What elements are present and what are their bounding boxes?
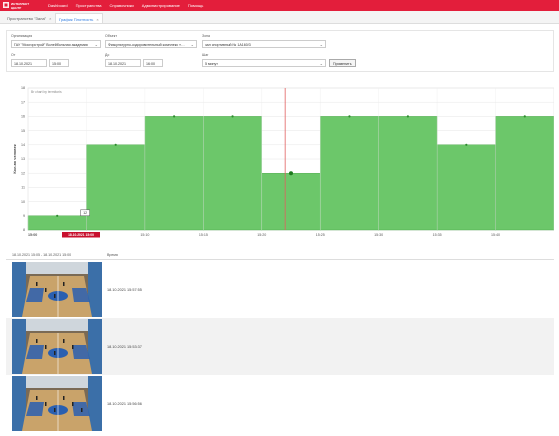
highlight-label: 18.10.2021 15:00 bbox=[68, 233, 94, 237]
zone-label: Зона bbox=[202, 34, 210, 38]
org-label: Организация bbox=[11, 34, 33, 38]
bar bbox=[261, 172, 321, 231]
bar bbox=[86, 144, 146, 231]
tooltip-value: 12 bbox=[83, 211, 87, 215]
range-label: 18.10.2021 15:05 - 18.10.2021 15:00 bbox=[12, 253, 72, 257]
chevron-down-icon: ⌄ bbox=[94, 42, 98, 47]
step-select[interactable]: 5 минут ⌄ bbox=[202, 59, 326, 67]
density-chart: 8910111213141516171815:0015:0515:1015:15… bbox=[6, 80, 554, 242]
y-tick-label: 12 bbox=[21, 171, 25, 175]
chevron-down-icon: ⌄ bbox=[319, 61, 323, 66]
tab-density-chart[interactable]: График Плотность × bbox=[55, 13, 103, 23]
y-tick-label: 8 bbox=[23, 228, 25, 232]
nav-directories[interactable]: Справочники bbox=[110, 3, 134, 8]
y-tick-label: 17 bbox=[21, 100, 25, 104]
data-point bbox=[173, 115, 176, 118]
from-date-input[interactable]: 18.10.2021 bbox=[11, 59, 47, 67]
zone-value: зал спортивный № 1А160/3 bbox=[205, 42, 251, 47]
top-navbar: ИНТЕЛЛЕКТ ЦЕНТР Dashboard Пространства С… bbox=[0, 0, 559, 11]
data-point bbox=[523, 115, 526, 118]
chevron-down-icon: ⌄ bbox=[319, 42, 323, 47]
brand-logo[interactable]: ИНТЕЛЛЕКТ ЦЕНТР bbox=[3, 1, 37, 10]
nav-help[interactable]: Помощь bbox=[188, 3, 203, 8]
from-label: От bbox=[11, 53, 16, 57]
close-icon[interactable]: × bbox=[49, 16, 51, 21]
snapshots-header: 18.10.2021 15:05 - 18.10.2021 15:00 Врем… bbox=[6, 251, 554, 260]
data-point bbox=[56, 214, 59, 217]
to-date-input[interactable]: 18.10.2021 bbox=[105, 59, 141, 67]
tab-bar: Пространство "Зала" × График Плотность × bbox=[0, 11, 559, 24]
org-value: ГАУ "Мосгорстрой" Волейбольная академия bbox=[14, 42, 88, 47]
to-label: До bbox=[105, 53, 110, 57]
x-tick-label: 15:20 bbox=[257, 233, 266, 237]
data-point bbox=[465, 143, 468, 146]
from-time-input[interactable]: 15:00 bbox=[49, 59, 69, 67]
x-tick-label: 15:40 bbox=[491, 233, 500, 237]
list-item[interactable]: 18.10.2021 15:57:55 bbox=[6, 261, 554, 318]
time-column-header: Время bbox=[107, 253, 118, 257]
zone-select[interactable]: зал спортивный № 1А160/3 ⌄ bbox=[202, 40, 326, 48]
y-tick-label: 13 bbox=[21, 157, 25, 161]
snapshot-time: 18.10.2021 15:57:55 bbox=[107, 288, 142, 292]
main-nav: Dashboard Пространства Справочники Админ… bbox=[48, 0, 203, 11]
chart-note: Br chart by terrnitoris bbox=[31, 90, 62, 94]
bar bbox=[144, 116, 204, 231]
tab-space-label: Пространство "Зала" bbox=[7, 16, 47, 21]
tab-space[interactable]: Пространство "Зала" × bbox=[4, 13, 54, 23]
x-tick-label: 15:30 bbox=[374, 233, 383, 237]
snapshot-time: 18.10.2021 15:56:56 bbox=[107, 402, 142, 406]
chevron-down-icon: ⌄ bbox=[190, 42, 194, 47]
object-label: Объект bbox=[105, 34, 117, 38]
nav-administration[interactable]: Администрирование bbox=[142, 3, 180, 8]
list-item[interactable]: 18.10.2021 15:56:56 bbox=[6, 375, 554, 432]
y-tick-label: 18 bbox=[21, 86, 25, 90]
data-point bbox=[406, 115, 409, 118]
highlight-point bbox=[289, 171, 293, 176]
nav-spaces[interactable]: Пространства bbox=[76, 3, 102, 8]
bar bbox=[495, 116, 554, 231]
data-point bbox=[114, 143, 117, 146]
list-item[interactable]: 18.10.2021 15:53:37 bbox=[6, 318, 554, 375]
camera-snapshot[interactable] bbox=[12, 376, 102, 431]
bar bbox=[203, 116, 262, 231]
tab-density-label: График Плотность bbox=[59, 17, 94, 22]
svg-text:ЦЕНТР: ЦЕНТР bbox=[11, 6, 21, 10]
y-tick-label: 10 bbox=[21, 200, 25, 204]
x-tick-label: 15:10 bbox=[140, 233, 149, 237]
step-value: 5 минут bbox=[205, 61, 218, 66]
step-label: Шаг bbox=[202, 53, 209, 57]
bar bbox=[378, 116, 438, 231]
filter-panel: Организация ГАУ "Мосгорстрой" Волейбольн… bbox=[6, 30, 554, 72]
y-tick-label: 14 bbox=[21, 143, 25, 147]
density-chart-svg: 8910111213141516171815:0015:0515:1015:15… bbox=[13, 86, 554, 238]
close-icon[interactable]: × bbox=[96, 17, 98, 22]
to-time-input[interactable]: 16:00 bbox=[143, 59, 163, 67]
y-tick-label: 9 bbox=[23, 214, 25, 218]
camera-snapshot[interactable] bbox=[12, 319, 102, 374]
object-value: Физкультурно-оздоровительный комплекс «… bbox=[108, 42, 185, 47]
camera-snapshot[interactable] bbox=[12, 262, 102, 317]
nav-dashboard[interactable]: Dashboard bbox=[48, 3, 68, 8]
y-axis-label: Кол-во человек bbox=[13, 144, 17, 173]
x-tick-label: 15:00 bbox=[28, 233, 37, 237]
bar bbox=[320, 116, 379, 231]
y-tick-label: 16 bbox=[21, 115, 25, 119]
x-tick-label: 15:15 bbox=[199, 233, 208, 237]
org-select[interactable]: ГАУ "Мосгорстрой" Волейбольная академия ⌄ bbox=[11, 40, 101, 48]
object-select[interactable]: Физкультурно-оздоровительный комплекс «…… bbox=[105, 40, 197, 48]
y-tick-label: 11 bbox=[21, 186, 25, 190]
data-point bbox=[348, 115, 351, 118]
y-tick-label: 15 bbox=[21, 129, 25, 133]
x-tick-label: 15:25 bbox=[316, 233, 325, 237]
bar bbox=[27, 215, 87, 231]
bar bbox=[436, 144, 496, 231]
snapshot-time: 18.10.2021 15:53:37 bbox=[107, 345, 142, 349]
data-point bbox=[231, 115, 234, 118]
x-tick-label: 15:35 bbox=[433, 233, 442, 237]
apply-button[interactable]: Применить bbox=[329, 59, 356, 67]
